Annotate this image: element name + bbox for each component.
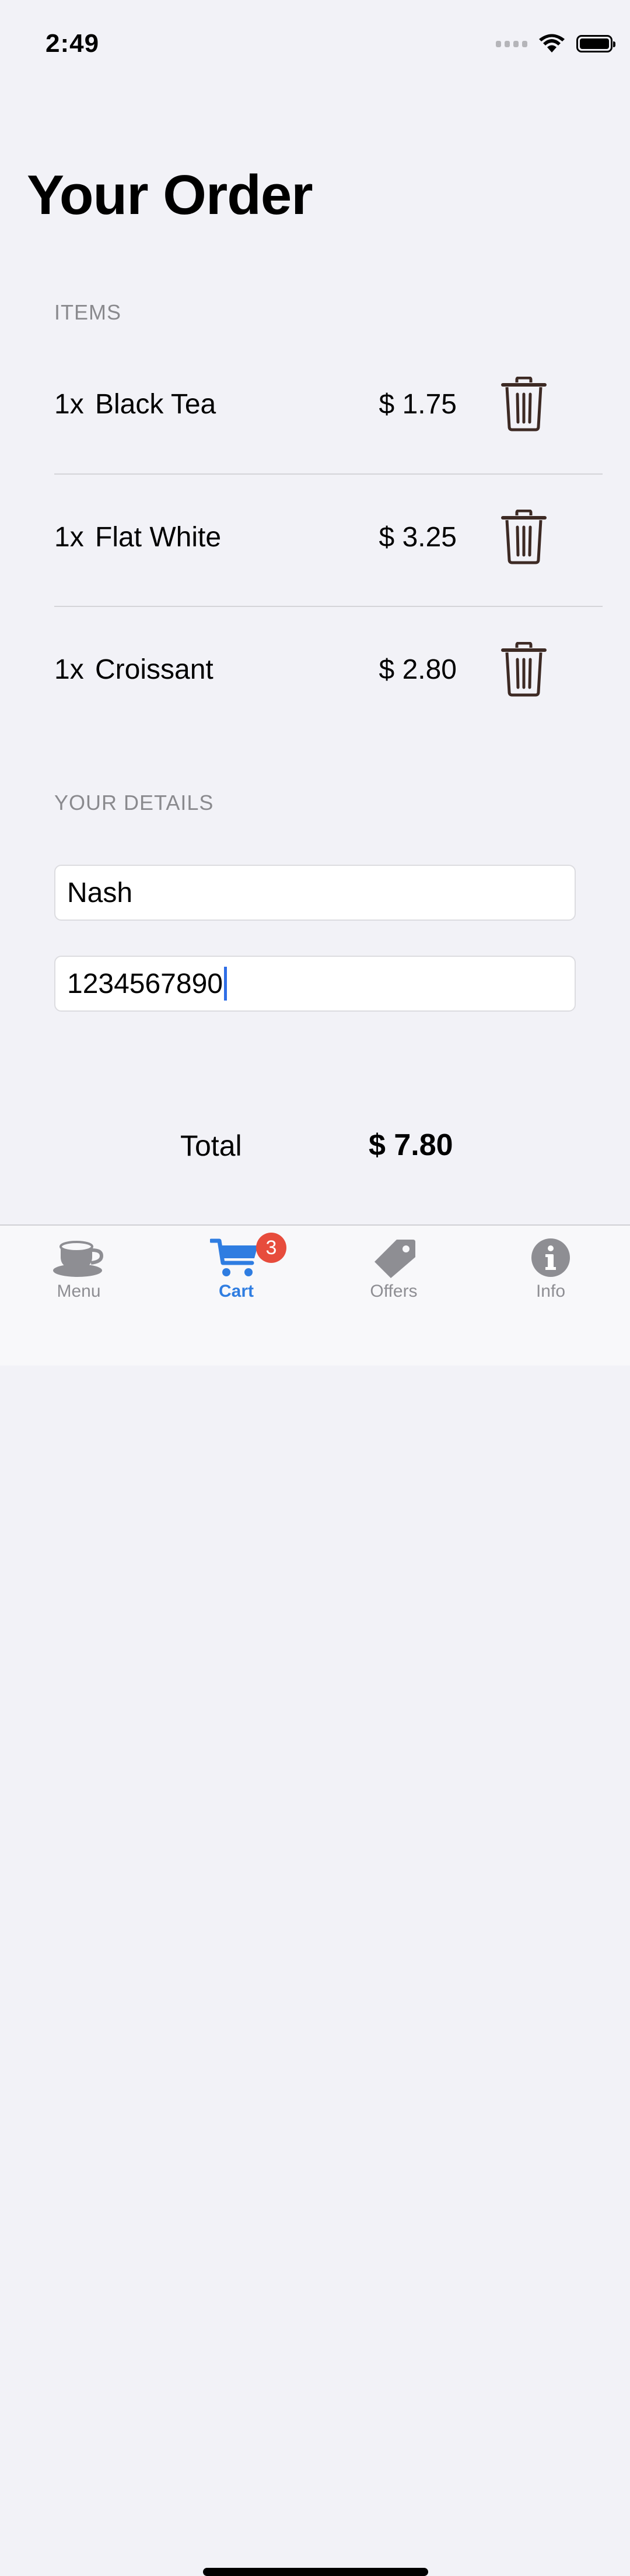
details-section-header: YOUR DETAILS xyxy=(54,791,214,815)
status-icons xyxy=(496,34,615,54)
tab-offers-label: Offers xyxy=(370,1282,418,1301)
items-section-header: ITEMS xyxy=(54,300,122,324)
tab-bar: Menu 3 Cart Offers Info xyxy=(0,1224,630,2576)
cart-badge: 3 xyxy=(256,1233,286,1263)
phone-field[interactable]: 1234567890 xyxy=(54,956,576,1012)
text-caret xyxy=(223,967,227,1001)
total-value: $ 7.80 xyxy=(369,1128,453,1162)
total-label: Total xyxy=(180,1129,242,1162)
phone-field-value: 1234567890 xyxy=(67,968,223,999)
tab-offers[interactable]: Offers xyxy=(335,1237,452,1319)
info-icon xyxy=(531,1238,570,1277)
item-name: Black Tea xyxy=(95,389,216,420)
cart-icon xyxy=(210,1238,258,1276)
item-name: Croissant xyxy=(95,654,214,685)
tab-menu[interactable]: Menu xyxy=(20,1237,137,1319)
order-item-row: 1x Black Tea $ 1.75 xyxy=(54,342,603,473)
trash-icon[interactable] xyxy=(501,377,547,431)
cup-icon xyxy=(53,1241,104,1277)
trash-icon[interactable] xyxy=(501,642,547,697)
status-time: 2:49 xyxy=(46,29,100,58)
signal-icon xyxy=(496,40,527,47)
item-price: $ 3.25 xyxy=(379,522,457,553)
items-list: 1x Black Tea $ 1.75 1x Flat White $ 3.25… xyxy=(54,342,603,738)
tab-info-label: Info xyxy=(536,1282,566,1301)
item-quantity: 1x xyxy=(54,522,84,553)
tab-menu-label: Menu xyxy=(57,1282,101,1301)
tab-cart-label: Cart xyxy=(218,1282,254,1301)
item-name: Flat White xyxy=(95,522,222,553)
item-quantity: 1x xyxy=(54,389,84,420)
order-item-row: 1x Flat White $ 3.25 xyxy=(54,473,603,606)
trash-icon[interactable] xyxy=(501,510,547,564)
page-title: Your Order xyxy=(27,164,313,226)
item-quantity: 1x xyxy=(54,654,84,685)
name-field-value: Nash xyxy=(67,877,133,908)
order-item-row: 1x Croissant $ 2.80 xyxy=(54,606,603,738)
name-field[interactable]: Nash xyxy=(54,865,576,921)
home-indicator[interactable] xyxy=(203,2568,428,2576)
item-price: $ 2.80 xyxy=(379,654,457,685)
wifi-icon xyxy=(539,34,565,52)
tab-info[interactable]: Info xyxy=(492,1237,609,1319)
tag-icon xyxy=(374,1240,415,1278)
battery-icon xyxy=(576,35,615,52)
tab-cart[interactable]: 3 Cart xyxy=(178,1233,295,1319)
item-price: $ 1.75 xyxy=(379,389,457,420)
